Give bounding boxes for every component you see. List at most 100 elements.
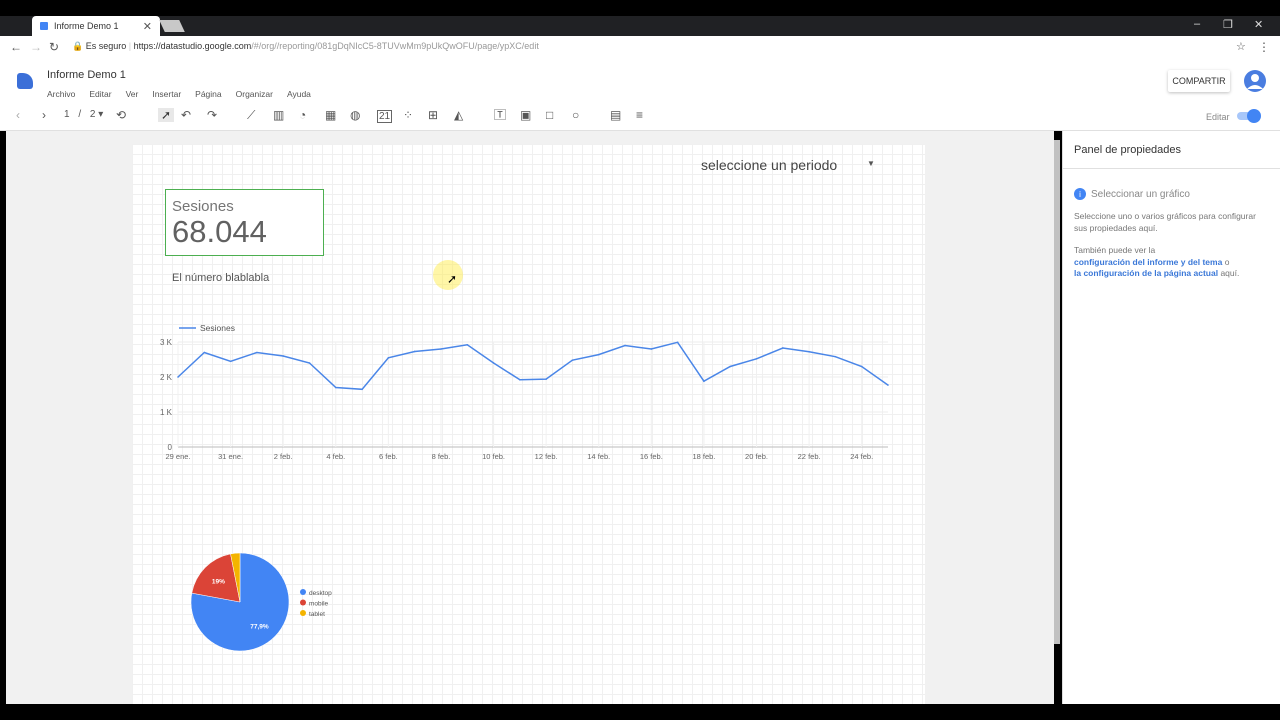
- editor-toolbar: ‹ › 1 / 2 ▾ ⟲ ➚ ↶ ↷ ⟋ ▥ ◔ ▦ ◍ 21 ⁘ ⊞ ◭ 🅃…: [0, 102, 1280, 131]
- page-current: 1: [64, 109, 70, 120]
- data-point: [676, 341, 679, 344]
- redo-icon[interactable]: ↷: [207, 108, 217, 122]
- bar-chart-icon[interactable]: ▥: [273, 108, 284, 122]
- data-point: [808, 351, 810, 353]
- edit-toggle[interactable]: [1237, 109, 1261, 123]
- minimize-icon[interactable]: –: [1194, 18, 1200, 30]
- page-settings-link[interactable]: la configuración de la página actual: [1074, 268, 1218, 278]
- data-point: [834, 355, 837, 358]
- table-icon[interactable]: ▦: [325, 108, 336, 122]
- favicon-icon: [40, 22, 48, 30]
- new-tab-button[interactable]: [159, 20, 185, 32]
- close-icon[interactable]: ✕: [143, 20, 152, 33]
- legend-label: desktop: [309, 590, 332, 597]
- time-series-chart[interactable]: 0 1 K 2 K 3 K 29 ene. 31 ene. 2 feb. 4 feb. 6 fe…: [150, 315, 910, 465]
- legend-dot: [300, 610, 306, 616]
- menu-archivo[interactable]: Archivo: [47, 89, 75, 99]
- menu-insertar[interactable]: Insertar: [152, 89, 181, 99]
- also-text: También puede ver la: [1074, 245, 1156, 255]
- pie-chart-icon[interactable]: ◔: [299, 108, 306, 122]
- time-series-chart-icon[interactable]: ⟋: [247, 108, 255, 122]
- select-cursor-icon[interactable]: ➚: [158, 108, 175, 122]
- history-icon[interactable]: ⟲: [116, 108, 126, 122]
- data-point: [229, 360, 232, 363]
- chevron-down-icon[interactable]: ▼: [867, 159, 875, 168]
- menu-organizar[interactable]: Organizar: [236, 89, 273, 99]
- properties-panel: Panel de propiedades i Seleccionar un gr…: [1062, 131, 1280, 704]
- data-point: [334, 386, 337, 389]
- image-tool-icon[interactable]: ▣: [520, 108, 531, 122]
- text-tool-icon[interactable]: 🅃: [494, 108, 506, 122]
- back-icon[interactable]: ←: [10, 40, 22, 54]
- scorecard-value: 68.044: [172, 214, 267, 249]
- menu-pagina[interactable]: Página: [195, 89, 221, 99]
- y-tick-label: 2 K: [160, 373, 173, 382]
- rectangle-tool-icon[interactable]: □: [546, 108, 553, 122]
- data-point: [492, 362, 495, 364]
- filter-control-icon[interactable]: ≡: [636, 108, 643, 122]
- x-tick-label: 2 feb.: [274, 452, 293, 461]
- slice-label: 19%: [212, 579, 225, 586]
- x-tick-label: 10 feb.: [482, 452, 505, 461]
- legend-dot: [300, 599, 306, 606]
- undo-icon[interactable]: ↶: [181, 108, 191, 122]
- menu-ver[interactable]: Ver: [126, 89, 139, 99]
- next-page-icon[interactable]: ›: [42, 108, 46, 122]
- lock-icon: 🔒: [72, 41, 84, 51]
- app-header: Informe Demo 1 Archivo Editar Ver Insert…: [0, 58, 1280, 102]
- browser-tab-strip: Informe Demo 1 ✕ – ❐ ✕: [0, 16, 1280, 36]
- menu-ayuda[interactable]: Ayuda: [287, 89, 311, 99]
- share-button[interactable]: COMPARTIR: [1168, 70, 1230, 92]
- data-point: [466, 344, 469, 346]
- bookmark-star-icon[interactable]: ☆: [1236, 40, 1246, 53]
- prev-page-icon[interactable]: ‹: [16, 108, 20, 122]
- data-point: [440, 348, 442, 350]
- report-title[interactable]: Informe Demo 1: [47, 69, 126, 81]
- geo-map-icon[interactable]: ◍: [350, 108, 360, 122]
- data-point: [177, 376, 179, 378]
- panel-help-text: Seleccione uno o varios gráficos para co…: [1074, 211, 1256, 233]
- data-point: [729, 365, 732, 368]
- avatar[interactable]: [1244, 70, 1266, 92]
- date-range-icon[interactable]: ▤: [610, 108, 621, 122]
- scorecard-icon[interactable]: 21: [377, 110, 393, 123]
- pie-chart[interactable]: 77,9% desktop 19% mobile tablet: [180, 545, 360, 660]
- legend-label: tablet: [309, 611, 325, 618]
- restore-icon[interactable]: ❐: [1223, 18, 1233, 31]
- x-tick-label: 20 feb.: [745, 452, 768, 461]
- url-path: /#/org//reporting/081gDqNIcC5-8TUVwMm9pU…: [251, 41, 539, 51]
- mouse-cursor-icon: ➚: [447, 272, 458, 286]
- browser-menu-icon[interactable]: ⋮: [1258, 40, 1270, 54]
- data-point: [624, 344, 626, 347]
- data-studio-logo-icon: [17, 73, 33, 89]
- menu-editar[interactable]: Editar: [89, 89, 111, 99]
- data-point: [413, 350, 416, 353]
- url-field[interactable]: 🔒 Es seguro | https://datastudio.google.…: [72, 41, 539, 52]
- scatter-chart-icon[interactable]: ⁘: [403, 108, 413, 122]
- data-point: [282, 355, 284, 357]
- window-close-icon[interactable]: ✕: [1254, 18, 1263, 31]
- y-tick-label: 3 K: [160, 338, 173, 347]
- date-range-selector[interactable]: seleccione un periodo: [701, 157, 837, 173]
- info-icon: i: [1074, 188, 1086, 200]
- data-point: [887, 384, 889, 386]
- circle-tool-icon[interactable]: ○: [572, 108, 579, 122]
- data-point: [387, 356, 390, 359]
- secure-label: Es seguro: [85, 41, 127, 51]
- menu-bar: Archivo Editar Ver Insertar Página Organ…: [47, 89, 311, 99]
- forward-icon[interactable]: →: [30, 40, 42, 54]
- browser-tab[interactable]: Informe Demo 1 ✕: [32, 16, 160, 36]
- scorecard[interactable]: Sesiones 68.044: [165, 189, 324, 256]
- page-indicator[interactable]: 1 / 2 ▾: [64, 108, 103, 122]
- report-theme-settings-link[interactable]: configuración del informe y del tema: [1074, 257, 1222, 267]
- data-point: [650, 348, 653, 350]
- select-chart-label: Seleccionar un gráfico: [1091, 188, 1190, 200]
- page-sep: /: [78, 109, 82, 120]
- bullet-chart-icon[interactable]: ⊞: [428, 108, 438, 122]
- canvas-scrollbar[interactable]: [1054, 140, 1060, 644]
- area-chart-icon[interactable]: ◭: [454, 108, 463, 122]
- tab-title: Informe Demo 1: [54, 21, 119, 31]
- panel-divider: [1063, 168, 1280, 169]
- reload-icon[interactable]: ↻: [49, 40, 59, 54]
- description-text[interactable]: El número blablabla: [172, 272, 269, 284]
